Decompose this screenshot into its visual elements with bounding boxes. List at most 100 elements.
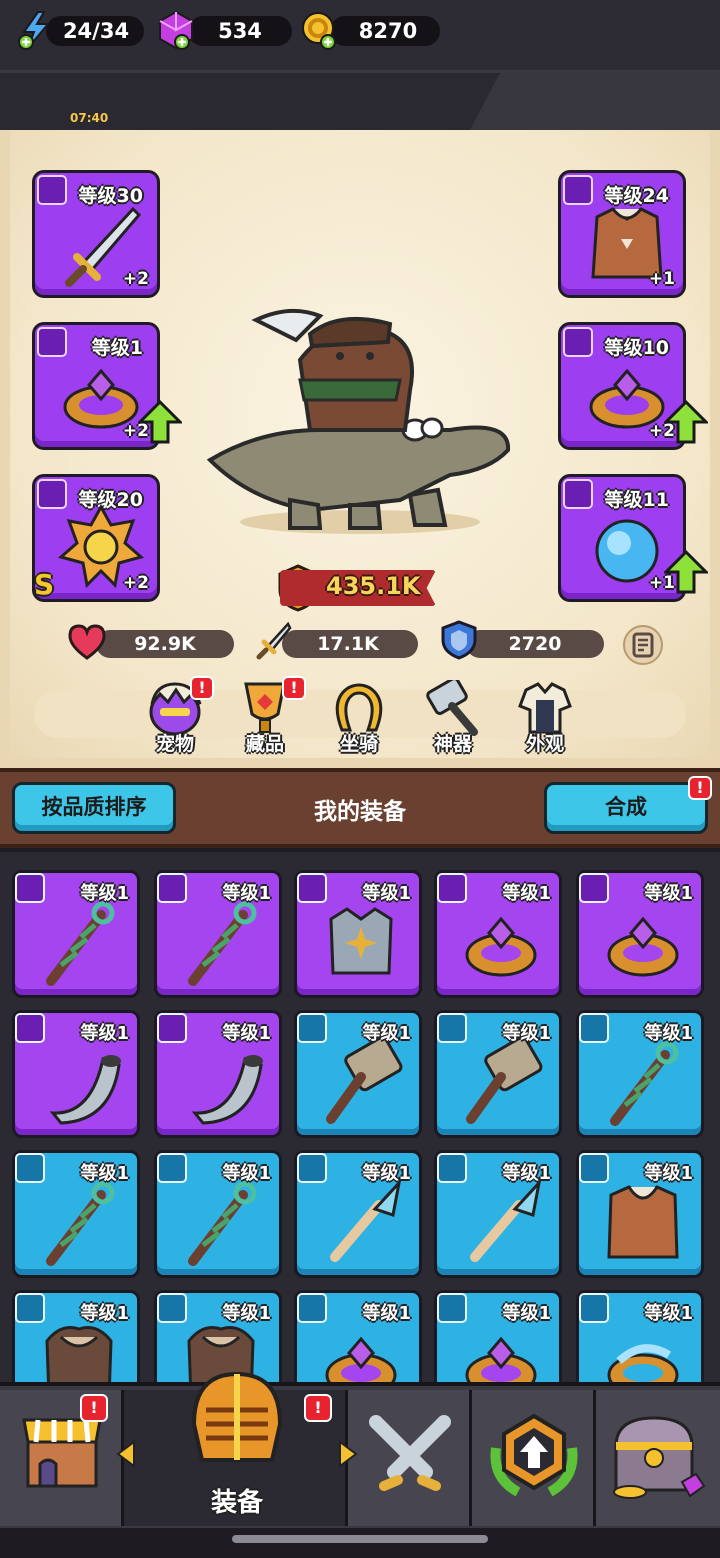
inventory-item[interactable]: 等级1	[294, 1290, 422, 1382]
vest-icon	[607, 1185, 679, 1259]
horseshoe-icon	[335, 683, 383, 732]
menu-mount[interactable]: 坐骑	[324, 680, 394, 756]
armor-slot[interactable]: 等级24 +1	[558, 170, 686, 298]
armor-icon	[329, 907, 393, 975]
amulet-plus: +2	[122, 573, 149, 593]
energy-icon[interactable]	[16, 10, 56, 50]
horn-icon	[191, 1055, 263, 1125]
weapon-plus: +2	[122, 269, 149, 289]
sort-by-quality-button[interactable]: 按品质排序	[12, 782, 176, 834]
hp-value: 92.9K	[134, 633, 196, 655]
menu-artifact-label: 神器	[433, 733, 472, 755]
s-rank-badge: S	[34, 568, 55, 601]
item-level: 等级1	[222, 883, 271, 904]
gem-icon[interactable]	[156, 10, 196, 50]
item-level: 等级1	[80, 883, 129, 904]
inventory-item[interactable]: 等级1	[12, 1150, 140, 1278]
inventory-item[interactable]: 等级1	[434, 1150, 562, 1278]
energy-value: 24/34	[62, 19, 130, 43]
item-level: 等级1	[80, 1023, 129, 1044]
shop-alert-badge: !	[80, 1394, 108, 1422]
crossed-swords-icon	[369, 1415, 451, 1491]
pet-alert-badge: !	[190, 676, 214, 700]
item-level: 等级1	[644, 1163, 693, 1184]
inventory-grid: 等级1 等级1 等级1 等级1 等级1 等级1 等级1 等级1 等级1 等级1 等级1 等级1 等级1 等…	[0, 852, 720, 1382]
item-level: 等级1	[222, 1023, 271, 1044]
ring-icon	[607, 916, 679, 977]
heart-icon	[68, 624, 106, 660]
attack-value: 17.1K	[317, 633, 379, 655]
item-level: 等级1	[644, 883, 693, 904]
defense-value: 2720	[508, 633, 562, 655]
menu-artifact[interactable]: 神器	[418, 680, 488, 756]
menu-appearance[interactable]: 外观	[510, 680, 580, 756]
chevron-right-icon[interactable]	[336, 1440, 360, 1468]
equipment-alert-badge: !	[304, 1394, 332, 1422]
nav-active-label: 装备	[210, 1488, 263, 1518]
upgrade-arrow-icon	[664, 550, 708, 594]
collection-alert-badge: !	[282, 676, 306, 700]
inventory-item[interactable]: 等级1	[12, 1010, 140, 1138]
horn-icon	[49, 1055, 121, 1125]
item-level: 等级1	[222, 1303, 271, 1324]
inventory-item[interactable]: 等级1	[434, 1290, 562, 1382]
staff-icon	[188, 901, 257, 986]
energy-timer: 07:40	[70, 111, 109, 125]
inventory-item[interactable]: 等级1	[294, 1010, 422, 1138]
item-level: 等级1	[644, 1023, 693, 1044]
inventory-item[interactable]: 等级1	[576, 870, 704, 998]
sword-stat-icon	[256, 621, 292, 660]
shield-icon	[441, 620, 477, 660]
staff-icon	[610, 1041, 679, 1126]
item-level: 等级1	[80, 1163, 129, 1184]
item-level: 等级1	[502, 1303, 551, 1324]
inventory-item[interactable]: 等级1	[154, 1010, 282, 1138]
coins-value: 8270	[358, 19, 418, 43]
armor-plus: +1	[648, 269, 675, 289]
inventory-item[interactable]: 等级1	[434, 1010, 562, 1138]
inventory-item[interactable]: 等级1	[576, 1150, 704, 1278]
item-level: 等级1	[362, 1023, 411, 1044]
stats-detail-icon[interactable]	[622, 624, 664, 666]
menu-collection-label: 藏品	[245, 733, 284, 755]
item-level: 等级1	[222, 1163, 271, 1184]
coin-icon[interactable]	[300, 10, 340, 50]
inventory-item[interactable]: 等级1	[434, 870, 562, 998]
item-level: 等级1	[502, 1163, 551, 1184]
item-level: 等级1	[362, 1303, 411, 1324]
outfit-icon	[518, 682, 572, 734]
inventory-item[interactable]: 等级1	[576, 1290, 704, 1382]
menu-appearance-label: 外观	[525, 733, 564, 755]
hammer-icon	[426, 680, 478, 736]
item-level: 等级1	[502, 883, 551, 904]
gems-value: 534	[218, 19, 262, 43]
inventory-item[interactable]: 等级1	[12, 1290, 140, 1382]
ring2-icon	[607, 1344, 679, 1382]
inventory-item[interactable]: 等级1	[12, 870, 140, 998]
inventory-item[interactable]: 等级1	[294, 870, 422, 998]
menu-mount-label: 坐骑	[339, 733, 378, 755]
staff-icon	[46, 901, 115, 986]
spear-icon	[330, 1178, 402, 1262]
item-level: 等级1	[502, 1023, 551, 1044]
fur-icon	[45, 1326, 113, 1382]
hammer-icon	[326, 1036, 403, 1124]
item-level: 等级1	[80, 1303, 129, 1324]
home-indicator	[232, 1535, 488, 1543]
staff-icon	[188, 1181, 257, 1266]
upgrade-icon	[490, 1413, 578, 1497]
staff-icon	[46, 1181, 115, 1266]
inventory-item[interactable]: 等级1	[576, 1010, 704, 1138]
item-level: 等级1	[362, 883, 411, 904]
weapon-slot[interactable]: 等级30 +2	[32, 170, 160, 298]
merge-button[interactable]: 合成	[544, 782, 708, 834]
ring-icon	[465, 1336, 537, 1382]
chevron-left-icon[interactable]	[114, 1440, 138, 1468]
section-title: 我的装备	[314, 799, 406, 825]
inventory-item[interactable]: 等级1	[154, 1150, 282, 1278]
helmet-icon	[191, 1371, 283, 1462]
spear-icon	[470, 1178, 542, 1262]
inventory-item[interactable]: 等级1	[154, 870, 282, 998]
inventory-item[interactable]: 等级1	[294, 1150, 422, 1278]
upgrade-arrow-icon	[664, 400, 708, 444]
